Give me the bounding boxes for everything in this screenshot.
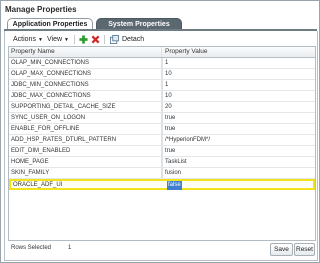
table-row[interactable]: HOME_PAGE TaskList (9, 157, 315, 168)
table-row[interactable]: SUPPORTING_DETAIL_CACHE_SIZE 20 (9, 102, 315, 113)
property-name-cell: ORACLE_ADF_UI (13, 182, 63, 188)
table-footer: Rows Selected 1 Save Reset (8, 241, 315, 257)
property-value-cell[interactable]: 10 (163, 69, 314, 79)
toolbar-separator (74, 35, 75, 44)
save-button[interactable]: Save (270, 243, 293, 256)
property-name-cell: SKIN_FAMILY (9, 168, 162, 178)
table-row[interactable]: OLAP_MIN_CONNECTIONS 1 (9, 58, 315, 69)
property-name-cell: HOME_PAGE (9, 157, 162, 167)
rows-selected-label: Rows Selected (11, 245, 52, 251)
property-name-cell: EDIT_DIM_ENABLED (9, 146, 162, 156)
chevron-down-icon: ▼ (64, 37, 69, 43)
table-row[interactable]: EDIT_DIM_ENABLED true (9, 146, 315, 157)
table-row[interactable]: ENABLE_FOR_OFFLINE true (9, 124, 315, 135)
reset-button[interactable]: Reset (294, 243, 315, 256)
property-value-input[interactable]: false (167, 181, 182, 190)
table-row[interactable]: OLAP_MAX_CONNECTIONS 10 (9, 69, 315, 80)
property-value-cell[interactable]: 1 (163, 80, 314, 90)
manage-properties-dialog: Manage Properties Application Properties… (0, 0, 320, 263)
property-value-cell[interactable]: true (163, 146, 314, 156)
dialog-title: Manage Properties (5, 5, 77, 14)
rows-selected-count: 1 (68, 245, 72, 251)
property-name-cell: OLAP_MIN_CONNECTIONS (9, 58, 162, 68)
table-row[interactable]: JDBC_MAX_CONNECTIONS 10 (9, 91, 315, 102)
property-value-cell[interactable]: 20 (163, 102, 314, 112)
table-row[interactable]: SKIN_FAMILY fusion (9, 168, 315, 179)
column-header-property-value[interactable]: Property Value (163, 47, 314, 57)
table-header: Property Name Property Value (9, 47, 315, 58)
property-value-cell[interactable]: 10 (163, 91, 314, 101)
property-name-cell: JDBC_MIN_CONNECTIONS (9, 80, 162, 90)
property-name-cell: JDBC_MAX_CONNECTIONS (9, 91, 162, 101)
property-name-cell: ENABLE_FOR_OFFLINE (9, 124, 162, 134)
property-name-cell: SUPPORTING_DETAIL_CACHE_SIZE (9, 102, 162, 112)
actions-menu-label: Actions (13, 36, 36, 43)
property-value-cell[interactable]: TaskList (163, 157, 314, 167)
toolbar-separator (104, 35, 105, 44)
table-row-selected[interactable]: ORACLE_ADF_UI false (9, 179, 315, 190)
detach-icon[interactable] (110, 35, 119, 44)
delete-icon[interactable] (91, 35, 100, 44)
detach-button[interactable]: Detach (122, 34, 144, 45)
tab-bar: Application Properties System Properties (4, 18, 317, 30)
view-menu[interactable]: View ▼ (47, 34, 69, 45)
property-value-cell[interactable]: true (163, 124, 314, 134)
property-value-cell[interactable]: 1 (163, 58, 314, 68)
table-row[interactable]: SYNC_USER_ON_LOGON true (9, 113, 315, 124)
view-menu-label: View (47, 36, 63, 43)
properties-table: Property Name Property Value OLAP_MIN_CO… (8, 46, 316, 241)
actions-menu[interactable]: Actions ▼ (13, 34, 43, 45)
property-name-cell: ADD_HSP_RATES_DTURL_PATTERN (9, 135, 162, 145)
property-value-cell[interactable]: /*HyperionFDM*/ (163, 135, 314, 145)
chevron-down-icon: ▼ (37, 37, 43, 43)
property-name-cell: OLAP_MAX_CONNECTIONS (9, 69, 162, 79)
add-icon[interactable] (79, 35, 88, 44)
table-row[interactable]: JDBC_MIN_CONNECTIONS 1 (9, 80, 315, 91)
property-name-cell: SYNC_USER_ON_LOGON (9, 113, 162, 123)
table-row[interactable]: ADD_HSP_RATES_DTURL_PATTERN /*HyperionFD… (9, 135, 315, 146)
property-value-cell[interactable]: true (163, 113, 314, 123)
toolbar: Actions ▼ View ▼ Detach (3, 33, 315, 46)
property-value-cell[interactable]: fusion (163, 168, 314, 178)
column-header-property-name[interactable]: Property Name (9, 47, 162, 57)
property-value-cell[interactable]: false (165, 180, 315, 190)
